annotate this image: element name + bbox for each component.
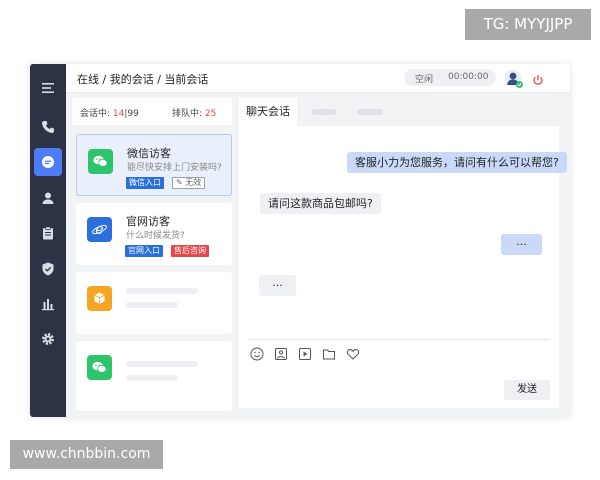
watermark-bottom: www.chnbbin.com [10, 440, 163, 469]
phone-icon[interactable] [34, 113, 62, 141]
channel-tag: 微信入口 [126, 177, 164, 189]
visitor-name: 微信访客 [127, 147, 171, 160]
shield-icon[interactable] [34, 255, 62, 283]
status-tag: ✎ 无效 [172, 177, 206, 189]
session-timer: 00:00:00 [448, 72, 489, 82]
conversation-card-web[interactable]: e 官网访客 什么时候发货? 官网入口 售后咨询 [76, 203, 232, 265]
conversation-panel: 会话中: 14|99 排队中: 25 微信访客 能尽快安排上门安装吗? 微信入口… [72, 98, 232, 414]
wechat-icon [88, 149, 113, 174]
session-counts: 会话中: 14|99 排队中: 25 [72, 98, 232, 125]
last-message: 什么时候发货? [126, 231, 185, 241]
input-divider [248, 339, 550, 340]
power-icon[interactable] [532, 71, 544, 85]
svg-text:e: e [95, 222, 103, 238]
heart-icon[interactable] [346, 346, 360, 360]
placeholder-line [126, 375, 178, 381]
folder-icon[interactable] [322, 346, 336, 360]
placeholder-line [126, 302, 178, 308]
watermark-top: TG: MYYJJPP [465, 9, 591, 40]
message-agent: 客服小力为您服务，请问有什么可以帮您? [347, 152, 567, 173]
visitor-name: 官网访客 [126, 215, 170, 228]
menu-icon[interactable] [34, 74, 62, 102]
gear-icon[interactable] [34, 325, 62, 353]
emoji-icon[interactable] [250, 346, 264, 361]
box-icon [87, 286, 112, 311]
status-text: 空闲 [415, 75, 434, 85]
status-pill[interactable]: 空闲 00:00:00 [404, 69, 496, 86]
chat-tabs: 聊天会话 [239, 98, 559, 126]
video-icon[interactable] [298, 346, 312, 360]
category-tag: 售后咨询 [171, 245, 209, 257]
user-icon[interactable] [34, 184, 62, 212]
image-icon[interactable] [274, 346, 288, 360]
chat-icon[interactable] [34, 148, 62, 176]
conversation-card-placeholder[interactable] [76, 341, 232, 411]
conversation-card-wechat[interactable]: 微信访客 能尽快安排上门安装吗? 微信入口 ✎ 无效 [76, 134, 232, 196]
queue-count: 排队中: 25 [172, 109, 217, 119]
conversation-card-placeholder[interactable] [76, 272, 232, 334]
tab-placeholder[interactable] [311, 109, 337, 115]
message-visitor-typing: ··· [259, 275, 296, 296]
wechat-icon [87, 355, 112, 380]
breadcrumb: 在线 / 我的会话 / 当前会话 [77, 73, 209, 86]
message-agent-typing: ··· [501, 234, 542, 255]
top-bar: 在线 / 我的会话 / 当前会话 空闲 00:00:00 [66, 64, 570, 93]
last-message: 能尽快安排上门安装吗? [127, 163, 222, 173]
send-button[interactable]: 发送 [504, 380, 550, 400]
app-window: 在线 / 我的会话 / 当前会话 空闲 00:00:00 会话中: 14|99 … [30, 64, 570, 417]
edit-icon: ✎ [176, 178, 183, 187]
placeholder-line [126, 288, 198, 294]
message-visitor: 请问这款商品包邮吗? [260, 193, 381, 214]
in-session-count: 会话中: 14|99 [80, 109, 139, 119]
placeholder-line [126, 361, 198, 367]
channel-tag: 官网入口 [125, 245, 163, 257]
bar-chart-icon[interactable] [34, 290, 62, 318]
ie-browser-icon: e [87, 217, 112, 242]
tab-chat-session[interactable]: 聊天会话 [239, 98, 297, 126]
agent-avatar-icon[interactable] [504, 69, 524, 89]
sidebar [30, 64, 66, 417]
tab-placeholder[interactable] [357, 109, 383, 115]
clipboard-icon[interactable] [34, 219, 62, 247]
